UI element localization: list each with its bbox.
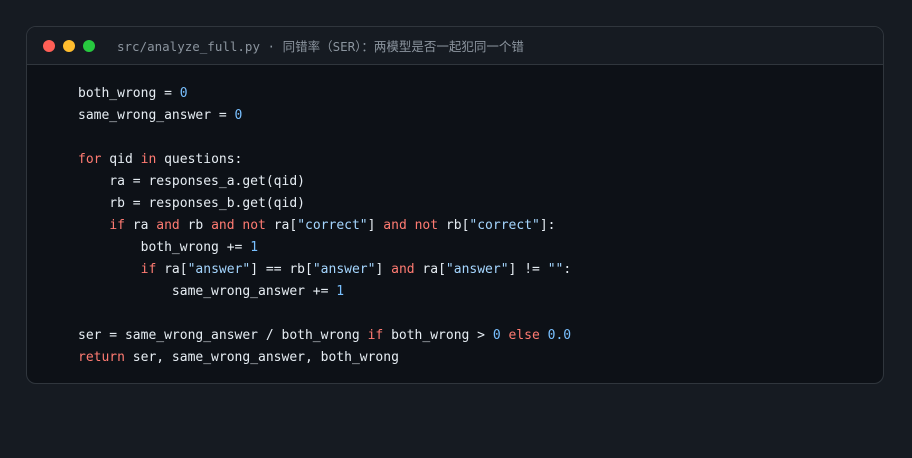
close-button[interactable] — [43, 39, 55, 52]
code-keyword: and — [211, 218, 235, 233]
code-text: ra[ — [414, 262, 446, 277]
code-line: if ra["answer"] == rb["answer"] and ra["… — [78, 259, 572, 281]
code-text: ra — [124, 218, 157, 233]
code-line: same_wrong_answer += 1 — [78, 281, 571, 303]
code-text: questions: — [156, 152, 243, 167]
code-text: both_wrong > — [383, 328, 493, 343]
code-line: same_wrong_answer = 0 — [78, 105, 571, 127]
code-keyword: if — [140, 262, 157, 277]
code-number: 1 — [250, 240, 259, 255]
code-string: "answer" — [312, 262, 376, 277]
code-string: "answer" — [445, 262, 509, 277]
code-line: ra = responses_a.get(qid) — [78, 171, 571, 193]
code-text: ser, same_wrong_answer, both_wrong — [124, 350, 399, 365]
code-text: same_wrong_answer = — [78, 108, 235, 123]
code-text: qid — [101, 152, 141, 167]
code-keyword: for — [78, 152, 102, 167]
code-text: ] == rb[ — [250, 262, 313, 277]
code-string: "answer" — [187, 262, 251, 277]
code-number: 0.0 — [547, 328, 572, 343]
code-keyword: and — [156, 218, 180, 233]
code-keyword: and — [391, 262, 415, 277]
code-keyword: and — [383, 218, 407, 233]
code-text: ra[ — [265, 218, 298, 233]
code-line: for qid in questions: — [78, 149, 571, 171]
code-number: 0 — [179, 86, 188, 101]
code-text: ] — [367, 218, 384, 233]
code-line: ser = same_wrong_answer / both_wrong if … — [78, 325, 571, 347]
code-number: 0 — [234, 108, 243, 123]
code-string: "correct" — [469, 218, 540, 233]
title-bar: src/analyze_full.py · 同错率（SER）：两模型是否一起犯同… — [27, 27, 883, 65]
code-text: ] != — [508, 262, 548, 277]
code-keyword: not — [242, 218, 266, 233]
code-text: ]: — [539, 218, 556, 233]
code-text: rb = responses_b.get(qid) — [78, 196, 305, 211]
code-line: return ser, same_wrong_answer, both_wron… — [78, 347, 571, 369]
code-text: ser = same_wrong_answer / both_wrong — [78, 328, 368, 343]
code-line: both_wrong += 1 — [78, 237, 571, 259]
code-text: : — [563, 262, 572, 277]
code-text: same_wrong_answer += — [78, 284, 337, 299]
code-text: ra[ — [156, 262, 188, 277]
code-string: "correct" — [297, 218, 368, 233]
code-text: both_wrong = — [78, 86, 180, 101]
code-line: rb = responses_b.get(qid) — [78, 193, 571, 215]
code-text: rb[ — [438, 218, 470, 233]
code-keyword: else — [508, 328, 540, 343]
code-window: src/analyze_full.py · 同错率（SER）：两模型是否一起犯同… — [26, 26, 884, 384]
code-string: "" — [547, 262, 564, 277]
minimize-button[interactable] — [63, 39, 75, 52]
window-title: src/analyze_full.py · 同错率（SER）：两模型是否一起犯同… — [117, 39, 524, 54]
code-keyword: if — [109, 218, 125, 233]
code-keyword: in — [140, 152, 157, 167]
maximize-button[interactable] — [83, 39, 95, 52]
code-block: both_wrong = 0 same_wrong_answer = 0 for … — [78, 83, 571, 369]
code-line: if ra and rb and not ra["correct"] and n… — [78, 215, 571, 237]
code-text: both_wrong += — [78, 240, 251, 255]
code-line: both_wrong = 0 — [78, 83, 571, 105]
code-keyword: return — [78, 350, 125, 365]
code-number: 0 — [492, 328, 501, 343]
code-text: rb — [179, 218, 212, 233]
code-text: ra = responses_a.get(qid) — [78, 174, 305, 189]
code-keyword: if — [367, 328, 384, 343]
code-keyword: not — [414, 218, 439, 233]
code-number: 1 — [336, 284, 345, 299]
code-text: ] — [375, 262, 392, 277]
